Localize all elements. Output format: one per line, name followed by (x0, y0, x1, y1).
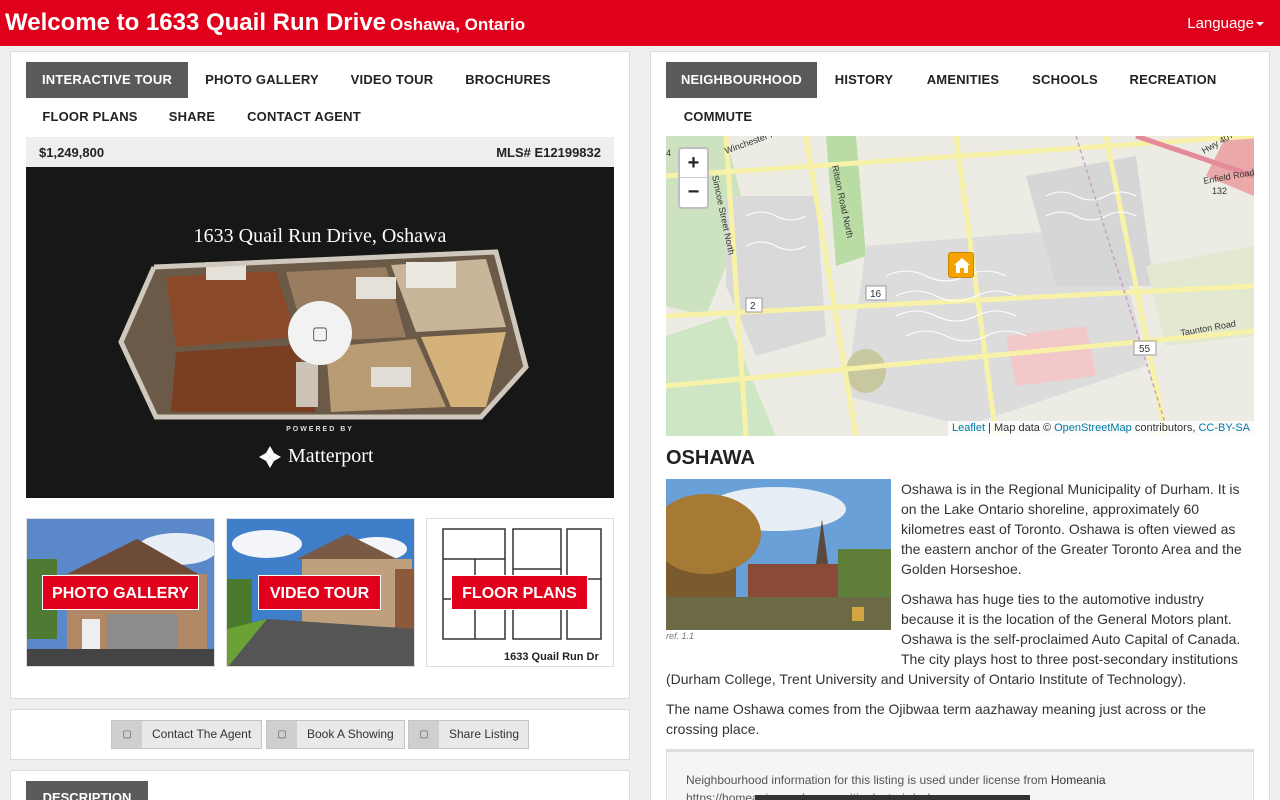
map-data-text: | Map data © (988, 422, 1052, 434)
map-label-132: 132 (1212, 186, 1227, 196)
top-header-bar: Welcome to 1633 Quail Run Drive Oshawa, O… (0, 0, 1280, 46)
tab-photo-gallery[interactable]: PHOTO GALLERY (196, 62, 328, 98)
leaflet-link[interactable]: Leaflet (952, 422, 985, 434)
play-tour-button[interactable]: ▢ (288, 301, 352, 365)
paragraph-automotive: Oshawa has huge ties to the automotive i… (901, 591, 1241, 667)
matterport-icon (259, 446, 281, 469)
city-hall-photo (666, 479, 891, 630)
map-tiles: Winchester Road E Simcoe Street North Ri… (666, 136, 1254, 436)
tab-brochures[interactable]: BROCHURES (456, 62, 560, 98)
language-dropdown[interactable]: Language (1187, 15, 1264, 32)
map-label-2: 2 (750, 301, 756, 312)
virtual-tour-viewer[interactable]: 1633 Quail Run Drive, Oshawa ▢ POWERED B… (26, 167, 614, 498)
license-source[interactable]: Homeania (1051, 773, 1106, 787)
tab-schools[interactable]: SCHOOLS (1024, 62, 1106, 98)
city-subtitle: Oshawa, Ontario (390, 15, 526, 34)
license-link[interactable]: CC-BY-SA (1198, 422, 1250, 434)
zoom-in-button[interactable]: + (680, 149, 707, 178)
tab-description[interactable]: DESCRIPTION (26, 781, 148, 800)
map-label-55: 55 (1139, 344, 1151, 355)
paragraph-institutions: (Durham College, Trent University and Un… (666, 671, 1187, 687)
mls-number: MLS# E12199832 (496, 145, 601, 160)
floorplan-caption: 1633 Quail Run Dr (504, 651, 599, 663)
house-icon (954, 258, 970, 273)
license-text: Neighbourhood information for this listi… (686, 773, 1048, 787)
play-icon: ▢ (311, 323, 329, 343)
tour-title: 1633 Quail Run Drive, Oshawa (193, 225, 447, 247)
book-showing-label: Book A Showing (307, 727, 394, 741)
listing-price: $1,249,800 (39, 145, 105, 160)
calendar-icon: ▢ (267, 721, 297, 748)
tab-history[interactable]: HISTORY (826, 62, 902, 98)
tab-floor-plans[interactable]: FLOOR PLANS (34, 99, 146, 135)
map-attribution: Leaflet | Map data © OpenStreetMap contr… (948, 421, 1254, 436)
tab-recreation[interactable]: RECREATION (1120, 62, 1226, 98)
paragraph-intro: Oshawa is in the Regional Municipality o… (901, 481, 1242, 577)
photo-reference: ref. 1.1 (666, 631, 695, 641)
powered-by-label: POWERED BY (286, 426, 354, 433)
tab-contact-agent[interactable]: CONTACT AGENT (238, 99, 370, 135)
matterport-wordmark: Matterport (288, 445, 374, 467)
share-listing-label: Share Listing (449, 727, 520, 741)
scrollbar-strip (755, 795, 1030, 800)
map-label-16: 16 (870, 289, 882, 300)
caret-down-icon (1256, 22, 1264, 27)
address-title: Welcome to 1633 Quail Run Drive (5, 9, 387, 36)
neighbourhood-map[interactable]: Winchester Road E Simcoe Street North Ri… (666, 136, 1254, 436)
paragraph-name-origin: The name Oshawa comes from the Ojibwaa t… (666, 701, 1207, 737)
contact-agent-label: Contact The Agent (152, 727, 252, 741)
contributors-text: contributors, (1134, 422, 1196, 434)
osm-link[interactable]: OpenStreetMap (1054, 422, 1132, 434)
map-zoom-control: + − (678, 147, 709, 209)
tab-neighbourhood[interactable]: NEIGHBOURHOOD (666, 62, 817, 98)
share-icon: ▢ (409, 721, 439, 748)
video-tour-button[interactable]: VIDEO TOUR (258, 575, 381, 610)
book-showing-button[interactable]: ▢ Book A Showing (266, 720, 405, 749)
contact-agent-button[interactable]: ▢ Contact The Agent (111, 720, 262, 749)
price-bar: $1,249,800 MLS# E12199832 (26, 137, 614, 167)
tab-interactive-tour[interactable]: INTERACTIVE TOUR (26, 62, 188, 98)
zoom-out-button[interactable]: − (680, 178, 707, 207)
map-marker-house-icon[interactable] (948, 252, 974, 278)
oshawa-photo (666, 479, 891, 630)
floor-plans-button[interactable]: FLOOR PLANS (451, 575, 588, 610)
matterport-logo: Matterport (258, 445, 374, 469)
map-label-4: 4 (666, 148, 671, 158)
language-label: Language (1187, 15, 1254, 32)
neighbourhood-title: OSHAWA (666, 447, 755, 469)
license-notice: Neighbourhood information for this listi… (666, 749, 1254, 800)
page-title: Welcome to 1633 Quail Run Drive Oshawa, O… (5, 9, 525, 37)
user-icon: ▢ (112, 721, 142, 748)
share-listing-button[interactable]: ▢ Share Listing (408, 720, 529, 749)
tab-amenities[interactable]: AMENITIES (916, 62, 1010, 98)
tab-share[interactable]: SHARE (160, 99, 224, 135)
tab-commute[interactable]: COMMUTE (674, 99, 762, 135)
tab-video-tour[interactable]: VIDEO TOUR (340, 62, 444, 98)
photo-gallery-button[interactable]: PHOTO GALLERY (42, 575, 199, 610)
